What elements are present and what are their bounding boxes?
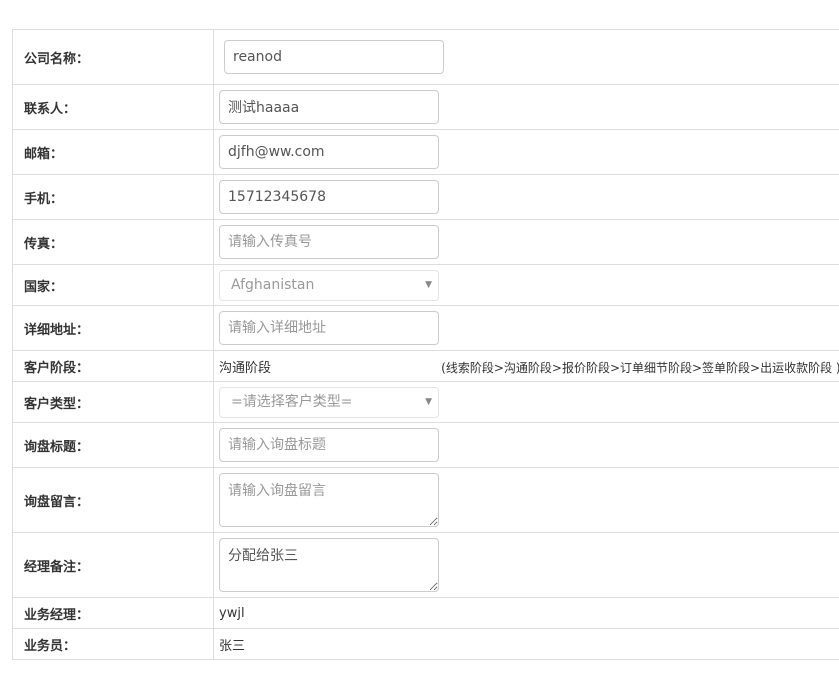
row-customer-type: 客户类型： =请选择客户类型= ▼ xyxy=(12,381,839,423)
inquiry-title-input[interactable] xyxy=(219,428,439,462)
chevron-down-icon: ▼ xyxy=(425,396,432,407)
inquiry-message-textarea[interactable] xyxy=(219,473,439,527)
country-label: 国家： xyxy=(12,264,214,306)
address-input[interactable] xyxy=(219,311,439,345)
row-address: 详细地址： xyxy=(12,305,839,351)
row-sales-manager: 业务经理： ywjl xyxy=(12,597,839,629)
row-stage: 客户阶段： 沟通阶段 (线索阶段>沟通阶段>报价阶段>订单细节阶段>签单阶段>出… xyxy=(12,350,839,382)
address-label: 详细地址： xyxy=(12,305,214,351)
company-name-input[interactable] xyxy=(224,40,444,74)
manager-note-textarea[interactable]: 分配给张三 xyxy=(219,538,439,592)
row-contact: 联系人： xyxy=(12,84,839,130)
country-select[interactable]: Afghanistan ▼ xyxy=(219,269,439,301)
inquiry-title-label: 询盘标题： xyxy=(12,422,214,468)
mobile-label: 手机： xyxy=(12,174,214,220)
sales-manager-label: 业务经理： xyxy=(12,597,214,629)
row-manager-note: 经理备注： 分配给张三 xyxy=(12,532,839,598)
row-company: 公司名称： xyxy=(12,29,839,85)
email-input[interactable] xyxy=(219,135,439,169)
company-label: 公司名称： xyxy=(12,29,214,85)
row-salesperson: 业务员： 张三 xyxy=(12,628,839,660)
fax-label: 传真： xyxy=(12,219,214,265)
chevron-down-icon: ▼ xyxy=(425,279,432,290)
salesperson-label: 业务员： xyxy=(12,628,214,660)
stage-flow-hint: (线索阶段>沟通阶段>报价阶段>订单细节阶段>签单阶段>出运收款阶段 ) xyxy=(441,360,839,375)
customer-type-select[interactable]: =请选择客户类型= ▼ xyxy=(219,386,439,418)
row-country: 国家： Afghanistan ▼ xyxy=(12,264,839,306)
contact-input[interactable] xyxy=(219,90,439,124)
manager-note-label: 经理备注： xyxy=(12,532,214,598)
mobile-input[interactable] xyxy=(219,180,439,214)
customer-type-selected-value: =请选择客户类型= xyxy=(231,393,353,410)
inquiry-message-label: 询盘留言： xyxy=(12,467,214,533)
row-inquiry-title: 询盘标题： xyxy=(12,422,839,468)
email-label: 邮箱： xyxy=(12,129,214,175)
stage-value: 沟通阶段 xyxy=(219,360,272,376)
stage-label: 客户阶段： xyxy=(12,350,214,382)
contact-label: 联系人： xyxy=(12,84,214,130)
sales-manager-value: ywjl xyxy=(219,605,245,621)
row-inquiry-message: 询盘留言： xyxy=(12,467,839,533)
customer-form-table: 公司名称： 联系人： 邮箱： 手机： 传真： 国家： Afghanistan xyxy=(12,29,839,660)
customer-type-label: 客户类型： xyxy=(12,381,214,423)
row-mobile: 手机： xyxy=(12,174,839,220)
fax-input[interactable] xyxy=(219,225,439,259)
row-email: 邮箱： xyxy=(12,129,839,175)
salesperson-value: 张三 xyxy=(219,638,246,654)
row-fax: 传真： xyxy=(12,219,839,265)
country-selected-value: Afghanistan xyxy=(231,276,315,293)
